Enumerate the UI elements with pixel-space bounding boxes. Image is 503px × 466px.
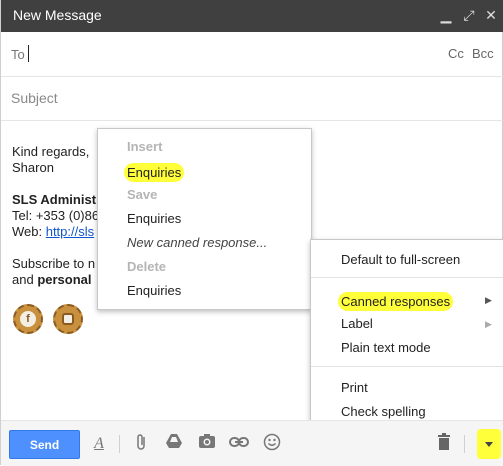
subscribe-line-2: and personal — [12, 272, 92, 287]
cc-link[interactable]: Cc — [448, 46, 464, 61]
instagram-icon[interactable] — [53, 304, 83, 334]
save-header: Save — [127, 187, 158, 202]
expand-icon[interactable]: ⤢ — [460, 6, 478, 24]
photo-icon[interactable] — [196, 433, 218, 455]
submenu-arrow-icon: ▶ — [485, 319, 492, 329]
compose-toolbar: Send A — [1, 420, 503, 466]
compose-window: New Message ▁ ⤢ ✕ To Cc Bcc Subject Kind… — [0, 0, 503, 466]
insert-header: Insert — [127, 139, 163, 154]
canned-responses-submenu: Insert Enquiries Save Enquiries New cann… — [97, 128, 312, 310]
web-link[interactable]: http://sls — [46, 224, 94, 239]
subscribe-line-1: Subscribe to n — [12, 256, 96, 271]
insert-enquiries-item[interactable]: Enquiries — [98, 163, 311, 182]
signature-tel: Tel: +353 (0)86 — [12, 208, 100, 223]
subject-field[interactable]: Subject — [1, 76, 503, 121]
signature-closing: Kind regards, — [12, 144, 90, 159]
chevron-down-icon — [485, 442, 493, 447]
delete-enquiries-item[interactable]: Enquiries — [98, 283, 311, 301]
toolbar-divider — [464, 435, 465, 453]
menu-divider — [311, 366, 503, 367]
canned-responses-item[interactable]: Canned responses ▶ — [311, 292, 503, 311]
send-button[interactable]: Send — [9, 430, 80, 459]
text-caret — [28, 45, 29, 62]
signature-web: Web: http://sls — [12, 224, 94, 239]
minimize-icon[interactable]: ▁ — [437, 6, 455, 24]
signature-name: Sharon — [12, 160, 54, 175]
default-full-screen-item[interactable]: Default to full-screen — [311, 252, 503, 270]
emoji-icon[interactable] — [261, 433, 283, 455]
subject-placeholder: Subject — [11, 90, 58, 106]
label-item[interactable]: Label ▶ — [311, 316, 503, 334]
insert-enquiries-label: Enquiries — [124, 163, 185, 182]
formatting-icon[interactable]: A — [88, 433, 110, 455]
title-bar: New Message ▁ ⤢ ✕ — [1, 0, 503, 32]
window-title: New Message — [13, 7, 102, 23]
bcc-link[interactable]: Bcc — [472, 46, 494, 61]
menu-divider — [311, 277, 503, 278]
signature-org: SLS Administ — [12, 192, 97, 207]
web-label: Web: — [12, 224, 46, 239]
attach-icon[interactable] — [131, 433, 153, 455]
to-field[interactable]: To Cc Bcc — [1, 32, 503, 77]
toolbar-divider — [119, 435, 120, 453]
close-icon[interactable]: ✕ — [482, 6, 500, 24]
delete-header: Delete — [127, 259, 167, 274]
print-item[interactable]: Print — [311, 380, 503, 398]
subscribe-personal: personal — [37, 272, 92, 287]
discard-draft-icon[interactable] — [433, 433, 455, 455]
new-canned-response-item[interactable]: New canned response... — [98, 235, 311, 253]
canned-responses-label: Canned responses — [338, 292, 454, 311]
more-options-menu: Default to full-screen Canned responses ▶… — [310, 239, 503, 430]
save-enquiries-item[interactable]: Enquiries — [98, 211, 311, 229]
subscribe-and: and — [12, 272, 38, 287]
plain-text-mode-item[interactable]: Plain text mode — [311, 340, 503, 358]
to-label: To — [11, 47, 25, 62]
drive-icon[interactable] — [163, 433, 185, 455]
submenu-arrow-icon: ▶ — [485, 295, 492, 305]
link-icon[interactable] — [228, 433, 250, 455]
facebook-icon[interactable]: f — [13, 304, 43, 334]
more-options-button[interactable] — [477, 429, 501, 459]
